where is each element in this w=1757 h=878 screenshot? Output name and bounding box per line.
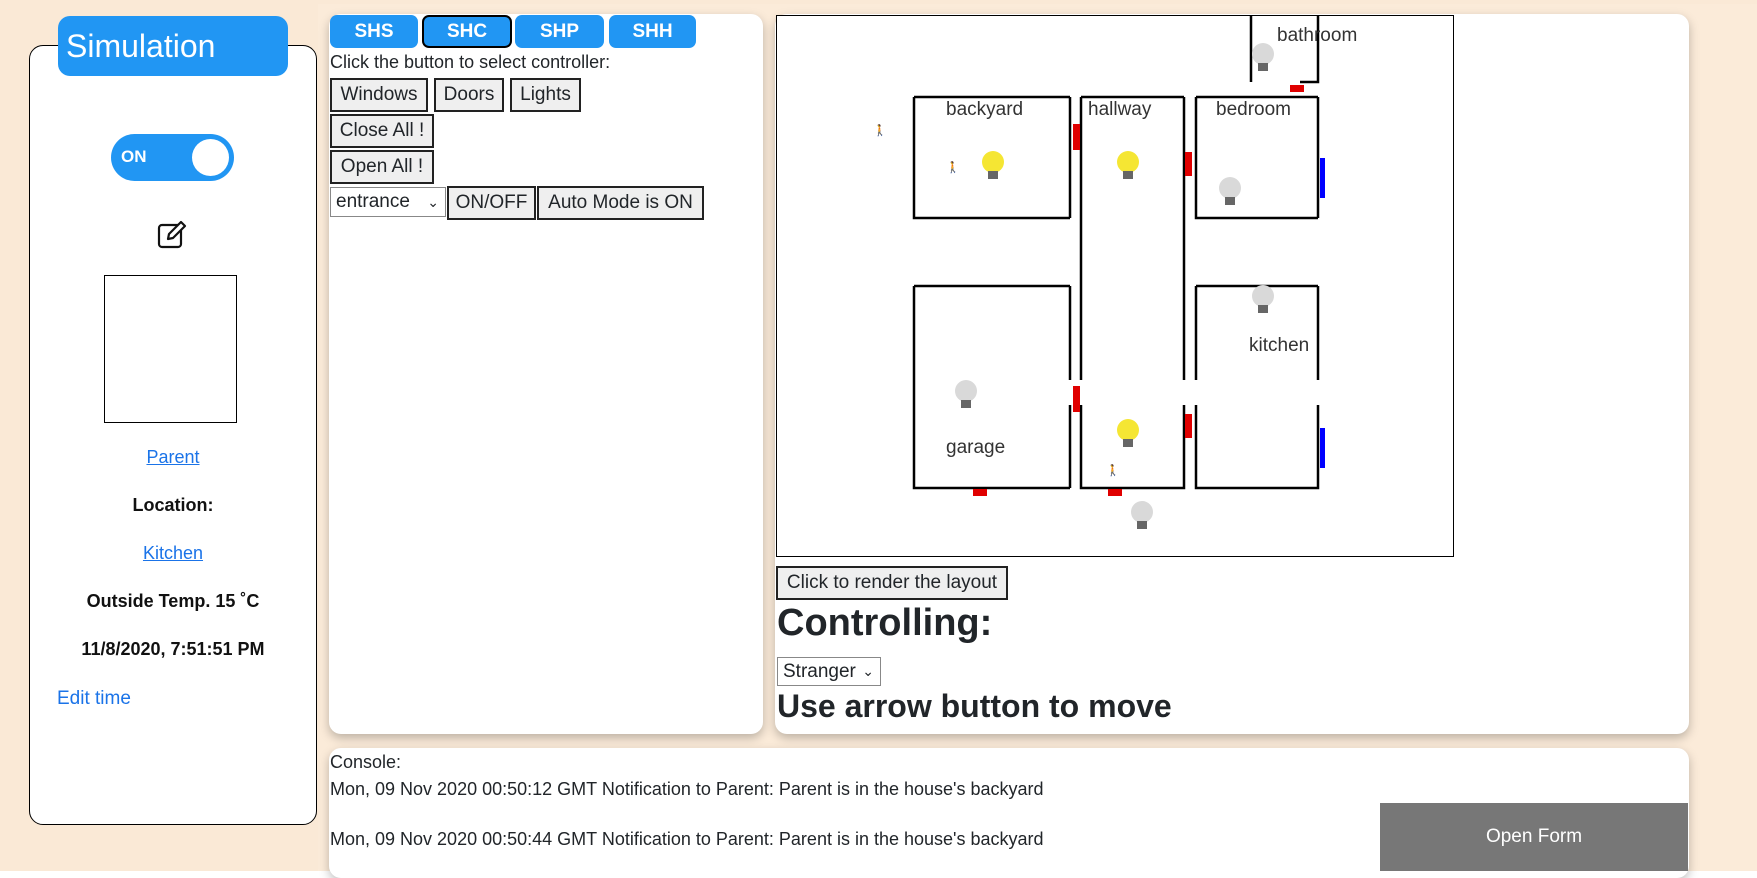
console-label: Console: [330,752,402,772]
room-label-bedroom: bedroom [1216,99,1291,120]
room-label-bathroom: bathroom [1277,25,1358,46]
console-line: Mon, 09 Nov 2020 00:50:12 GMT Notificati… [330,779,1044,799]
chevron-down-icon: ⌄ [862,663,874,679]
light-bulb-icon[interactable] [1117,419,1139,447]
open-form-button[interactable]: Open Form [1380,803,1688,871]
room-label-kitchen: kitchen [1249,335,1310,356]
room-label-garage: garage [946,437,1006,458]
lights-layer [955,43,1274,529]
room-label-hallway: hallway [1088,99,1152,120]
move-hint: Use arrow button to move [777,688,1172,724]
light-bulb-icon[interactable] [1117,151,1139,179]
render-layout-button[interactable]: Click to render the layout [776,566,1008,600]
light-bulb-icon[interactable] [1219,177,1241,205]
light-bulb-icon[interactable] [955,380,977,408]
room-label-backyard: backyard [946,99,1024,120]
light-bulb-icon[interactable] [1252,285,1274,313]
light-bulb-icon[interactable] [1131,501,1153,529]
controlling-select[interactable]: Stranger ⌄ [777,657,881,686]
controlling-select-value: Stranger [783,661,856,682]
light-bulb-icon[interactable] [1252,43,1274,71]
controlling-heading: Controlling: [777,602,993,644]
console-line: Mon, 09 Nov 2020 00:50:44 GMT Notificati… [330,829,1044,849]
light-bulb-icon[interactable] [982,151,1004,179]
